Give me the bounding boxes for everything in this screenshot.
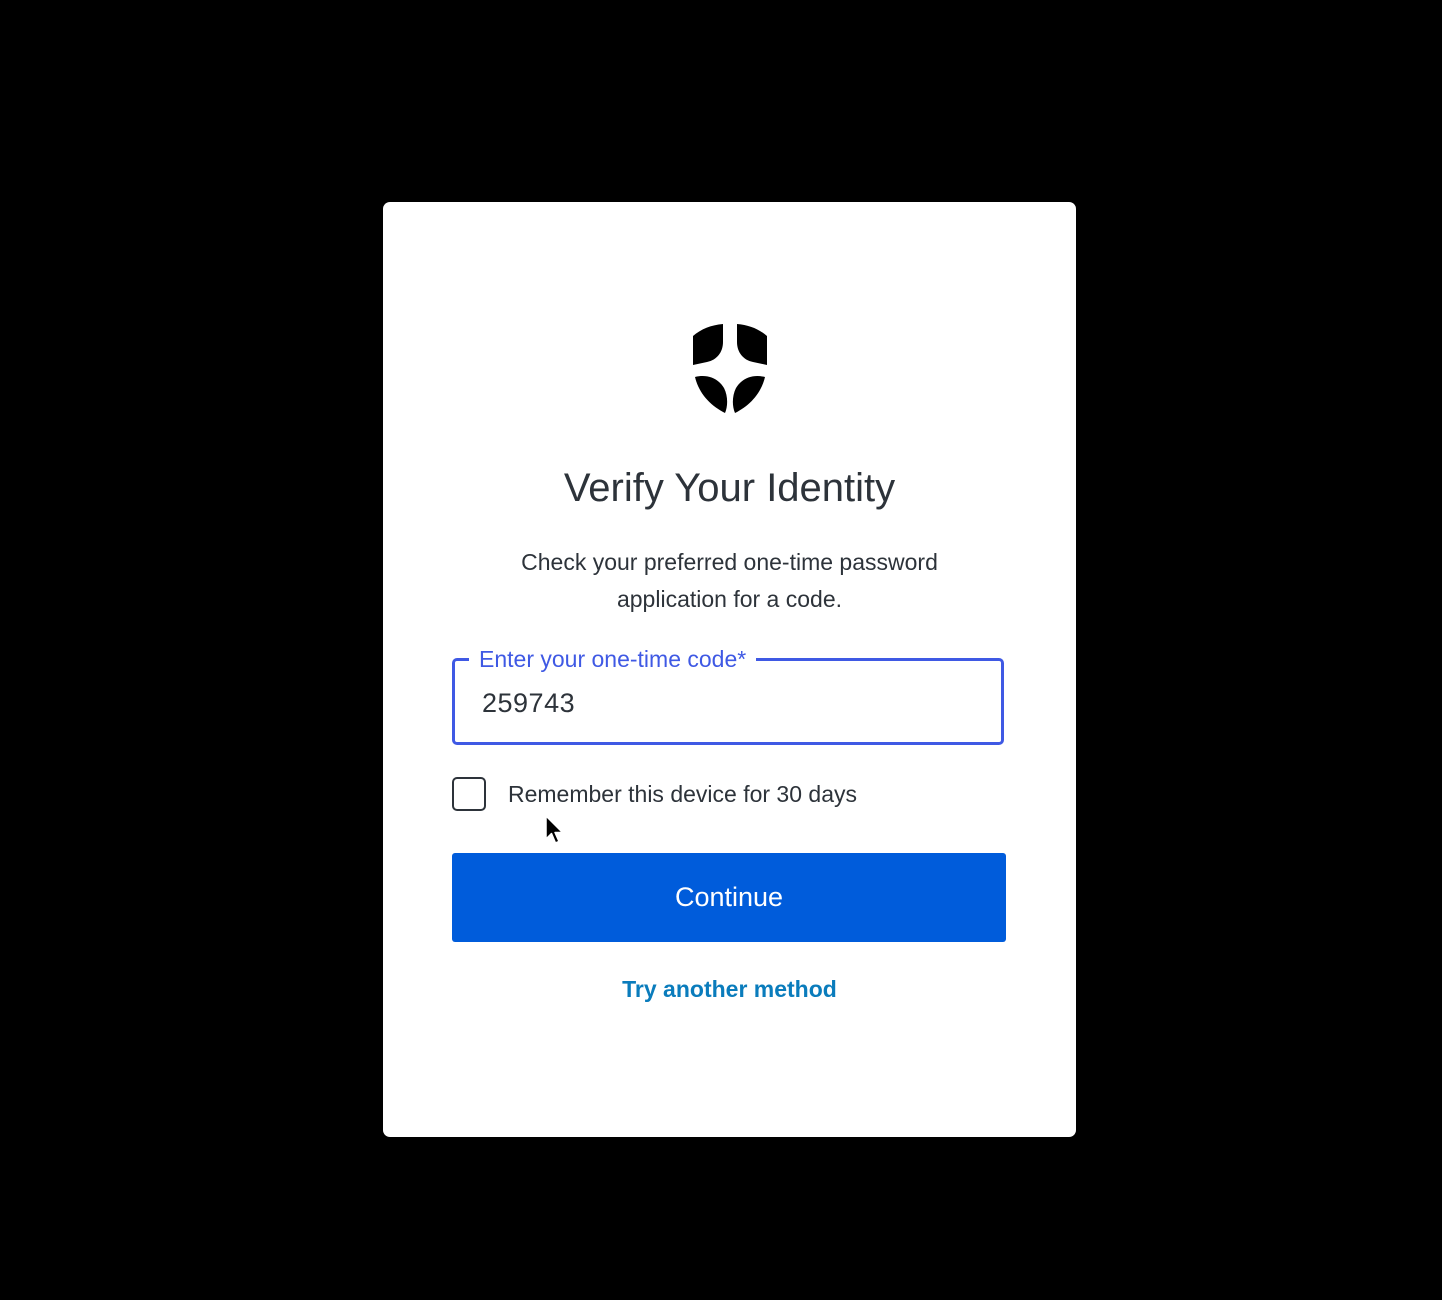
shield-logo-icon [691, 322, 769, 414]
remember-device-checkbox[interactable] [452, 777, 486, 811]
one-time-code-input[interactable] [482, 683, 982, 723]
instructions-text: Check your preferred one-time password a… [521, 549, 938, 612]
remember-device-row[interactable]: Remember this device for 30 days [452, 777, 857, 811]
verify-identity-card: Verify Your Identity Check your preferre… [383, 202, 1076, 1137]
try-another-method-link[interactable]: Try another method [383, 976, 1076, 1003]
continue-button[interactable]: Continue [452, 853, 1006, 942]
one-time-code-label: Enter your one-time code* [469, 644, 757, 674]
one-time-code-field[interactable]: Enter your one-time code* [452, 644, 1004, 745]
page-title: Verify Your Identity [563, 466, 896, 510]
mouse-pointer-icon [545, 815, 564, 844]
remember-device-label[interactable]: Remember this device for 30 days [508, 781, 857, 808]
